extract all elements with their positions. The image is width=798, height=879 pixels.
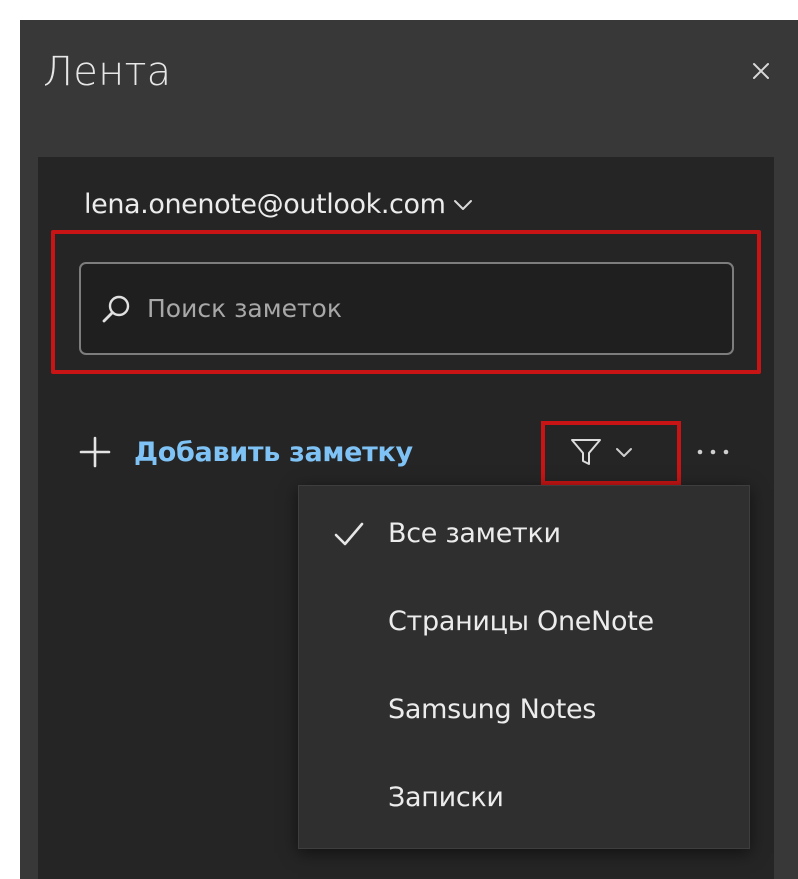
- account-email: lena.onenote@outlook.com: [84, 189, 446, 220]
- more-icon: [697, 449, 729, 455]
- feed-panel: lena.onenote@outlook.com Добавить заметк…: [38, 157, 774, 879]
- menu-item-label: Samsung Notes: [388, 694, 597, 725]
- menu-item-samsung-notes[interactable]: Samsung Notes: [299, 670, 749, 750]
- add-note-button[interactable]: Добавить заметку: [78, 422, 413, 482]
- filter-icon: [571, 439, 601, 465]
- filter-button[interactable]: [553, 430, 671, 474]
- close-icon: [753, 63, 769, 79]
- menu-item-all-notes[interactable]: Все заметки: [299, 494, 749, 574]
- search-box[interactable]: [79, 262, 734, 355]
- menu-item-onenote-pages[interactable]: Страницы OneNote: [299, 582, 749, 662]
- menu-item-label: Записки: [388, 782, 504, 813]
- menu-item-label: Страницы OneNote: [388, 606, 654, 637]
- checkmark-icon: [334, 522, 364, 546]
- add-note-label: Добавить заметку: [134, 436, 413, 468]
- search-input[interactable]: [145, 293, 669, 324]
- close-button[interactable]: [744, 54, 778, 88]
- search-icon: [102, 295, 130, 322]
- chevron-down-icon: [616, 448, 632, 457]
- page-title: Лента: [43, 49, 172, 95]
- notes-toolbar: Добавить заметку: [78, 421, 758, 485]
- menu-item-sticky-notes[interactable]: Записки: [299, 758, 749, 838]
- menu-item-label: Все заметки: [388, 518, 561, 549]
- plus-icon: [79, 436, 111, 468]
- notes-feed-window: Лента lena.onenote@outlook.com Поиск зам…: [20, 20, 798, 879]
- filter-dropdown-menu: Все заметки Страницы OneNote Samsung Not…: [298, 485, 750, 849]
- more-options-button[interactable]: [690, 432, 736, 472]
- account-switcher[interactable]: lena.onenote@outlook.com: [84, 187, 473, 223]
- chevron-down-icon: [454, 200, 473, 210]
